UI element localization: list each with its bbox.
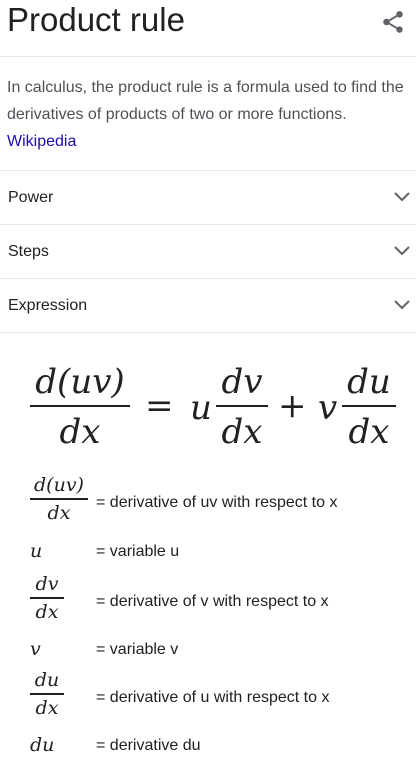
page-title: Product rule (7, 1, 185, 38)
legend-row: dv dx = derivative of v with respect to … (0, 572, 416, 628)
legend-row: du dx = derivative of u with respect to … (0, 668, 416, 724)
description-text: In calculus, the product rule is a formu… (7, 79, 404, 123)
accordion-label: Expression (8, 297, 88, 314)
description: In calculus, the product rule is a formu… (7, 74, 411, 155)
accordion-expression[interactable]: Expression (0, 278, 416, 332)
legend-symbol: dv dx (30, 572, 64, 624)
variable-u: u (190, 388, 212, 428)
du-dx-fraction: du dx (342, 362, 396, 452)
equals-sign: = (145, 386, 174, 426)
fraction-bar (30, 693, 64, 695)
accordion-power[interactable]: Power (0, 170, 416, 224)
dv-numerator: dv (221, 362, 263, 402)
du-numerator: du (347, 362, 391, 402)
dx-denominator: dx (221, 412, 263, 452)
dv-dx-fraction: dv dx (216, 362, 268, 452)
legend-row: d(uv) dx = derivative of uv with respect… (0, 473, 416, 529)
legend-meaning: = derivative of v with respect to x (96, 593, 329, 610)
lhs-denominator: dx (59, 412, 101, 452)
fraction-bar (216, 405, 268, 407)
accordion-label: Power (8, 189, 54, 206)
legend-meaning: = variable u (96, 543, 180, 560)
chevron-down-icon (394, 300, 410, 310)
fraction-bar (342, 405, 396, 407)
legend-row: v = variable v (0, 637, 416, 663)
lhs-fraction: d(uv) dx (30, 362, 130, 452)
legend-numerator: dv (35, 573, 59, 595)
plus-sign: + (278, 386, 307, 426)
share-icon[interactable] (380, 9, 406, 35)
legend-meaning: = variable v (96, 641, 179, 658)
accordion-steps[interactable]: Steps (0, 224, 416, 278)
lhs-numerator: d(uv) (35, 362, 125, 402)
legend-row: du = derivative du (0, 733, 416, 759)
chevron-down-icon (394, 246, 410, 256)
divider (0, 332, 416, 333)
chevron-down-icon (394, 192, 410, 202)
product-rule-formula: d(uv) dx = u dv dx + v du dx (30, 362, 400, 457)
legend-symbol: du (30, 734, 55, 756)
accordion-label: Steps (8, 243, 49, 260)
legend-meaning: = derivative of uv with respect to x (96, 494, 338, 511)
fraction-bar (30, 405, 130, 407)
legend-numerator: du (34, 669, 60, 691)
variable-v: v (318, 388, 338, 428)
legend-symbol: u (30, 540, 43, 562)
header: Product rule (0, 0, 416, 57)
legend-denominator: dx (35, 600, 59, 623)
legend-meaning: = derivative du (96, 737, 201, 754)
legend-denominator: dx (35, 696, 59, 719)
fraction-bar (30, 597, 64, 599)
legend-symbol: du dx (30, 668, 64, 720)
legend-symbol: d(uv) dx (30, 473, 88, 525)
dx-denominator: dx (348, 412, 390, 452)
legend-denominator: dx (47, 501, 71, 524)
legend-symbol: v (30, 638, 41, 660)
legend-numerator: d(uv) (34, 474, 84, 496)
wikipedia-link[interactable]: Wikipedia (7, 128, 411, 155)
fraction-bar (30, 498, 88, 500)
legend-row: u = variable u (0, 539, 416, 565)
legend-meaning: = derivative of u with respect to x (96, 689, 330, 706)
